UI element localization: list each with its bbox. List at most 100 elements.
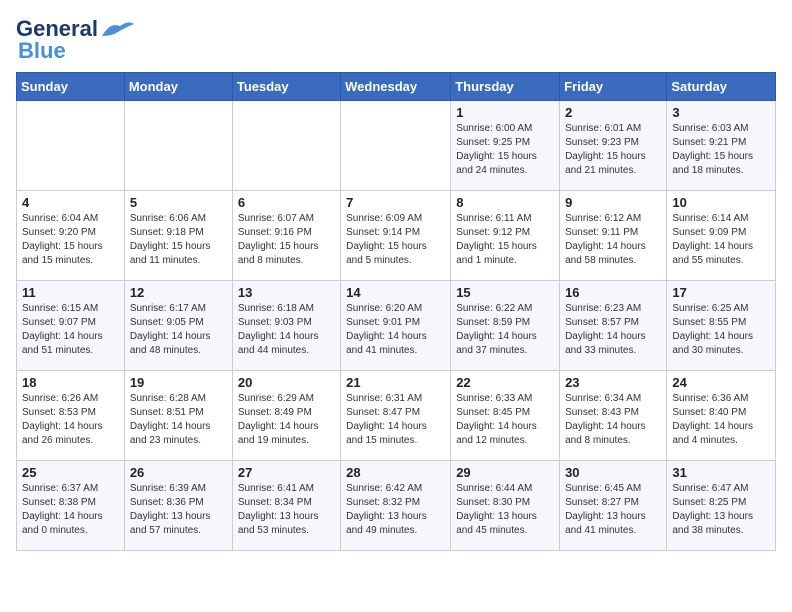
day-info-line: Sunset: 8:47 PM (346, 406, 445, 420)
calendar-cell (124, 101, 232, 191)
calendar-cell: 15Sunrise: 6:22 AMSunset: 8:59 PMDayligh… (451, 281, 560, 371)
day-info-line: Sunrise: 6:45 AM (565, 482, 661, 496)
day-info-line: Daylight: 15 hours (238, 240, 335, 254)
calendar-cell: 1Sunrise: 6:00 AMSunset: 9:25 PMDaylight… (451, 101, 560, 191)
day-info-line: Sunrise: 6:37 AM (22, 482, 119, 496)
calendar-week-2: 4Sunrise: 6:04 AMSunset: 9:20 PMDaylight… (17, 191, 776, 281)
day-info-line: Daylight: 14 hours (565, 240, 661, 254)
day-info-line: Sunrise: 6:17 AM (130, 302, 227, 316)
day-info-line: Sunset: 8:59 PM (456, 316, 554, 330)
calendar-cell: 2Sunrise: 6:01 AMSunset: 9:23 PMDaylight… (560, 101, 667, 191)
day-info-line: Daylight: 14 hours (456, 420, 554, 434)
day-info-line: Sunrise: 6:11 AM (456, 212, 554, 226)
day-info-line: and 23 minutes. (130, 434, 227, 448)
day-info-line: Sunrise: 6:29 AM (238, 392, 335, 406)
day-info-line: and 4 minutes. (672, 434, 770, 448)
day-info-line: Sunrise: 6:33 AM (456, 392, 554, 406)
day-info-line: Sunset: 8:34 PM (238, 496, 335, 510)
calendar-cell: 27Sunrise: 6:41 AMSunset: 8:34 PMDayligh… (232, 461, 340, 551)
day-info-line: Sunrise: 6:47 AM (672, 482, 770, 496)
day-info-line: and 45 minutes. (456, 524, 554, 538)
day-info-line: Sunset: 9:21 PM (672, 136, 770, 150)
weekday-header-wednesday: Wednesday (341, 73, 451, 101)
day-info-line: Daylight: 14 hours (130, 330, 227, 344)
day-info-line: Daylight: 15 hours (672, 150, 770, 164)
calendar-cell: 17Sunrise: 6:25 AMSunset: 8:55 PMDayligh… (667, 281, 776, 371)
day-info-line: Sunrise: 6:04 AM (22, 212, 119, 226)
day-info-line: Daylight: 13 hours (456, 510, 554, 524)
day-info-line: Sunrise: 6:36 AM (672, 392, 770, 406)
day-info-line: Daylight: 13 hours (672, 510, 770, 524)
day-info-line: Daylight: 14 hours (672, 240, 770, 254)
day-info-line: Daylight: 14 hours (22, 510, 119, 524)
day-info-line: Sunset: 8:36 PM (130, 496, 227, 510)
day-info-line: Sunset: 8:38 PM (22, 496, 119, 510)
calendar-cell: 12Sunrise: 6:17 AMSunset: 9:05 PMDayligh… (124, 281, 232, 371)
day-info-line: and 8 minutes. (565, 434, 661, 448)
day-info-line: Sunrise: 6:34 AM (565, 392, 661, 406)
calendar-cell: 8Sunrise: 6:11 AMSunset: 9:12 PMDaylight… (451, 191, 560, 281)
day-info-line: and 18 minutes. (672, 164, 770, 178)
day-info-line: Sunset: 9:01 PM (346, 316, 445, 330)
day-info-line: Sunrise: 6:15 AM (22, 302, 119, 316)
calendar-cell: 20Sunrise: 6:29 AMSunset: 8:49 PMDayligh… (232, 371, 340, 461)
day-info-line: Sunset: 9:18 PM (130, 226, 227, 240)
calendar-cell: 30Sunrise: 6:45 AMSunset: 8:27 PMDayligh… (560, 461, 667, 551)
day-info-line: Daylight: 14 hours (672, 420, 770, 434)
day-number: 26 (130, 465, 227, 480)
calendar-week-5: 25Sunrise: 6:37 AMSunset: 8:38 PMDayligh… (17, 461, 776, 551)
weekday-header-saturday: Saturday (667, 73, 776, 101)
day-info-line: and 49 minutes. (346, 524, 445, 538)
day-info-line: Daylight: 14 hours (22, 330, 119, 344)
day-number: 19 (130, 375, 227, 390)
calendar-cell: 14Sunrise: 6:20 AMSunset: 9:01 PMDayligh… (341, 281, 451, 371)
day-info-line: Sunset: 8:32 PM (346, 496, 445, 510)
day-info-line: Daylight: 13 hours (565, 510, 661, 524)
day-info-line: Sunrise: 6:25 AM (672, 302, 770, 316)
day-info-line: and 37 minutes. (456, 344, 554, 358)
day-info-line: and 51 minutes. (22, 344, 119, 358)
day-number: 17 (672, 285, 770, 300)
calendar-cell: 5Sunrise: 6:06 AMSunset: 9:18 PMDaylight… (124, 191, 232, 281)
day-number: 22 (456, 375, 554, 390)
day-info-line: and 19 minutes. (238, 434, 335, 448)
calendar-cell: 21Sunrise: 6:31 AMSunset: 8:47 PMDayligh… (341, 371, 451, 461)
day-number: 7 (346, 195, 445, 210)
calendar-cell: 26Sunrise: 6:39 AMSunset: 8:36 PMDayligh… (124, 461, 232, 551)
calendar-body: 1Sunrise: 6:00 AMSunset: 9:25 PMDaylight… (17, 101, 776, 551)
day-number: 29 (456, 465, 554, 480)
day-number: 8 (456, 195, 554, 210)
day-info-line: Sunrise: 6:03 AM (672, 122, 770, 136)
day-info-line: and 30 minutes. (672, 344, 770, 358)
day-info-line: Sunset: 9:09 PM (672, 226, 770, 240)
day-info-line: Daylight: 14 hours (456, 330, 554, 344)
day-info-line: Sunset: 8:40 PM (672, 406, 770, 420)
weekday-header-sunday: Sunday (17, 73, 125, 101)
day-info-line: Sunrise: 6:00 AM (456, 122, 554, 136)
calendar-cell: 7Sunrise: 6:09 AMSunset: 9:14 PMDaylight… (341, 191, 451, 281)
calendar-cell: 19Sunrise: 6:28 AMSunset: 8:51 PMDayligh… (124, 371, 232, 461)
day-number: 28 (346, 465, 445, 480)
calendar-cell: 28Sunrise: 6:42 AMSunset: 8:32 PMDayligh… (341, 461, 451, 551)
day-info-line: Sunrise: 6:42 AM (346, 482, 445, 496)
logo: General Blue (16, 16, 136, 64)
day-info-line: Sunrise: 6:06 AM (130, 212, 227, 226)
day-info-line: and 26 minutes. (22, 434, 119, 448)
day-info-line: and 48 minutes. (130, 344, 227, 358)
day-info-line: Sunset: 8:49 PM (238, 406, 335, 420)
day-number: 15 (456, 285, 554, 300)
weekday-header-friday: Friday (560, 73, 667, 101)
day-number: 21 (346, 375, 445, 390)
day-info-line: Sunrise: 6:28 AM (130, 392, 227, 406)
day-info-line: Daylight: 14 hours (130, 420, 227, 434)
day-info-line: Sunset: 9:07 PM (22, 316, 119, 330)
day-number: 18 (22, 375, 119, 390)
day-info-line: Sunrise: 6:20 AM (346, 302, 445, 316)
day-number: 1 (456, 105, 554, 120)
day-info-line: and 33 minutes. (565, 344, 661, 358)
day-number: 23 (565, 375, 661, 390)
day-info-line: Sunset: 8:27 PM (565, 496, 661, 510)
calendar-cell: 23Sunrise: 6:34 AMSunset: 8:43 PMDayligh… (560, 371, 667, 461)
day-number: 20 (238, 375, 335, 390)
day-info-line: Sunrise: 6:31 AM (346, 392, 445, 406)
